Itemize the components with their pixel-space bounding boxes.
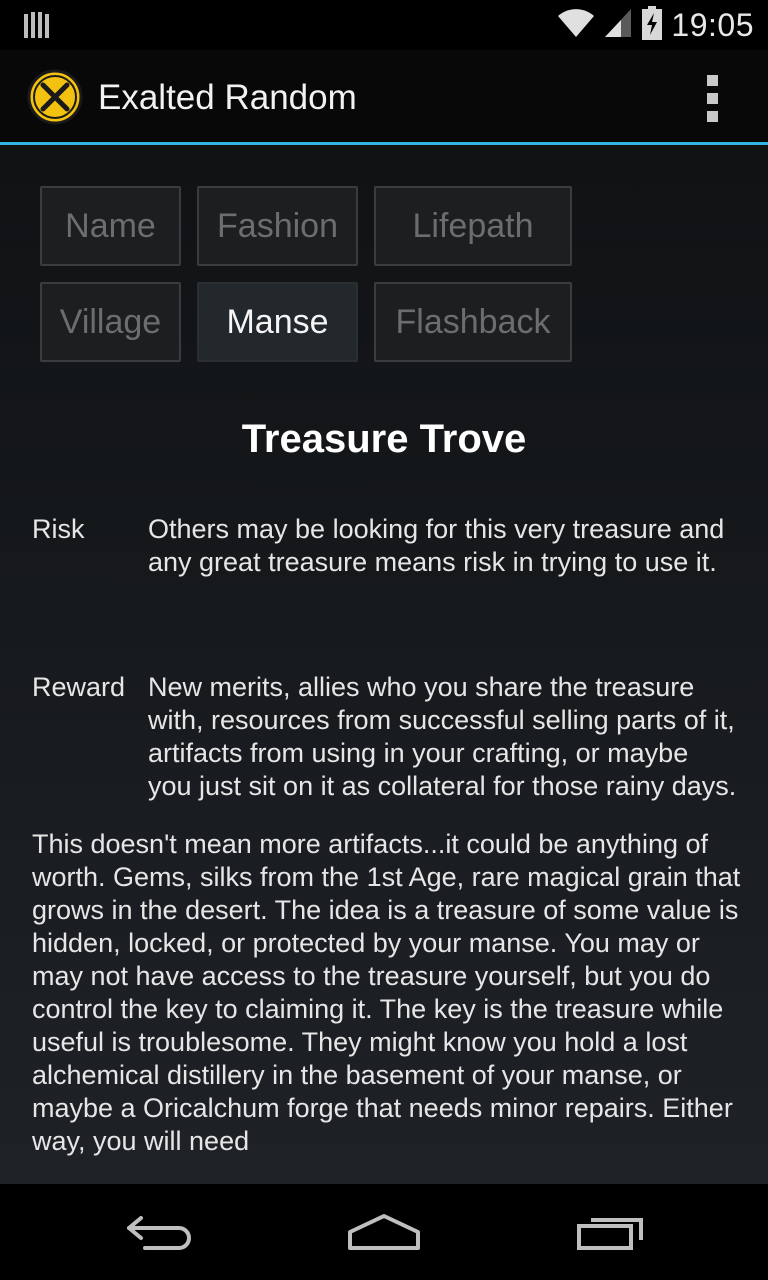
back-icon[interactable]	[105, 1206, 215, 1258]
wifi-icon	[557, 7, 595, 44]
status-bar: 19:05	[0, 0, 768, 50]
app-title: Exalted Random	[98, 78, 357, 117]
notification-bars-icon	[24, 12, 50, 45]
risk-label: Risk	[32, 514, 85, 544]
recent-apps-icon[interactable]	[556, 1206, 666, 1258]
description-text: This doesn't mean more artifacts...it co…	[32, 829, 741, 1156]
tab-village[interactable]: Village	[40, 282, 181, 362]
tab-flashback[interactable]: Flashback	[374, 282, 572, 362]
clock: 19:05	[671, 7, 754, 43]
tab-name[interactable]: Name	[40, 186, 181, 266]
tab-manse[interactable]: Manse	[197, 282, 358, 362]
main-content[interactable]: Name Fashion Lifepath Village Manse Flas…	[0, 145, 768, 1184]
tab-lifepath[interactable]: Lifepath	[374, 186, 572, 266]
battery-charging-icon	[641, 6, 663, 45]
reward-label: Reward	[32, 672, 126, 702]
risk-text: Others may be looking for this very trea…	[148, 514, 725, 577]
action-bar: Exalted Random	[0, 50, 768, 143]
exalted-x-logo-icon[interactable]	[26, 68, 84, 126]
tab-fashion[interactable]: Fashion	[197, 186, 358, 266]
home-icon[interactable]	[329, 1206, 439, 1258]
navigation-bar	[0, 1184, 768, 1280]
cell-signal-icon	[603, 7, 633, 44]
reward-text: New merits, allies who you share the tre…	[148, 672, 737, 801]
result-title: Treasure Trove	[241, 417, 527, 461]
overflow-menu-icon[interactable]	[690, 70, 734, 126]
